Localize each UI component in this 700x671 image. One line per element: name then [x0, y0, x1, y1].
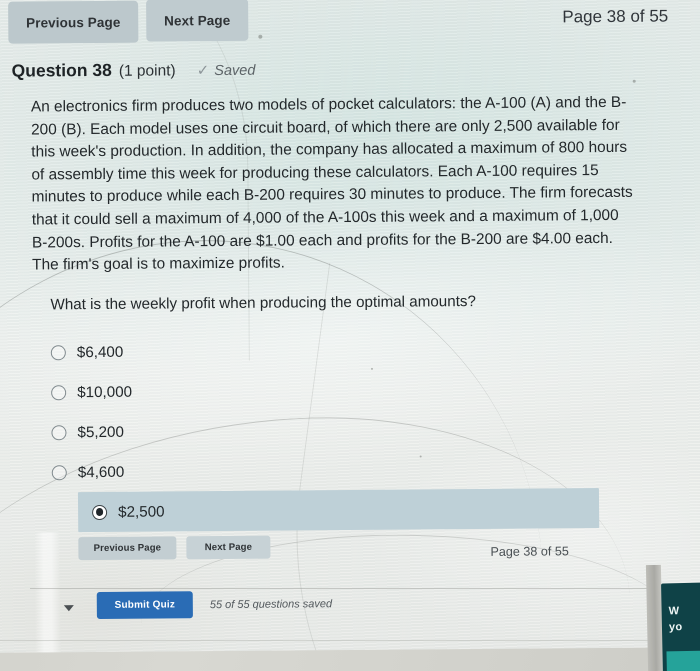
radio-button-selected-icon[interactable]: [92, 504, 108, 520]
answer-option-3[interactable]: $5,200: [51, 407, 700, 452]
answer-option-2[interactable]: $10,000: [51, 367, 700, 412]
adjacent-card: W yo: [661, 582, 700, 671]
adjacent-card-text: W yo: [668, 603, 683, 635]
adjacent-card-line-1: W: [668, 605, 680, 618]
answer-option-label: $4,600: [77, 463, 125, 481]
monitor-screen: Previous Page Next Page Page 38 of 55 Qu…: [0, 0, 700, 653]
answer-option-5-selected[interactable]: $2,500: [77, 488, 600, 533]
check-icon: ✓: [196, 62, 210, 80]
answer-option-label: $6,400: [76, 343, 124, 361]
adjacent-card-accent-bar: [666, 650, 700, 671]
next-page-button-top[interactable]: Next Page: [146, 0, 249, 42]
radio-button-icon[interactable]: [51, 384, 67, 400]
answer-option-4[interactable]: $4,600: [51, 447, 700, 492]
submit-quiz-button[interactable]: Submit Quiz: [96, 591, 193, 619]
answer-option-label: $10,000: [77, 383, 133, 401]
scroll-indicator-icon[interactable]: [63, 605, 74, 612]
monitor-bezel-gap: [645, 564, 664, 671]
saved-status: ✓ Saved: [196, 62, 256, 80]
previous-page-button-top[interactable]: Previous Page: [8, 0, 139, 44]
adjacent-card-line-2: yo: [668, 621, 683, 634]
question-body-text: An electronics firm produces two models …: [30, 93, 633, 274]
previous-page-button-bottom[interactable]: Previous Page: [78, 536, 177, 561]
answer-option-1[interactable]: $6,400: [50, 327, 700, 372]
page-indicator-bottom: Page 38 of 55: [490, 544, 569, 559]
answer-options-list: $6,400 $10,000 $5,200 $4,600 $2,500: [50, 327, 700, 533]
answer-option-label: $5,200: [77, 423, 124, 441]
radio-button-icon[interactable]: [51, 424, 67, 440]
answer-option-label: $2,500: [118, 502, 165, 521]
screen-photo: Previous Page Next Page Page 38 of 55 Qu…: [0, 0, 700, 671]
radio-button-icon[interactable]: [50, 344, 66, 360]
radio-button-icon[interactable]: [51, 464, 67, 480]
page-indicator-top: Page 38 of 55: [562, 6, 669, 27]
question-header: Question 38 (1 point) ✓ Saved: [12, 59, 256, 82]
saved-questions-count: 55 of 55 questions saved: [209, 598, 333, 612]
question-points: (1 point): [118, 62, 176, 80]
sub-question-text: What is the weekly profit when producing…: [50, 293, 477, 314]
quiz-page: Previous Page Next Page Page 38 of 55 Qu…: [0, 0, 700, 653]
saved-label: Saved: [214, 62, 256, 80]
question-title: Question 38: [11, 59, 112, 81]
next-page-button-bottom[interactable]: Next Page: [186, 535, 271, 560]
